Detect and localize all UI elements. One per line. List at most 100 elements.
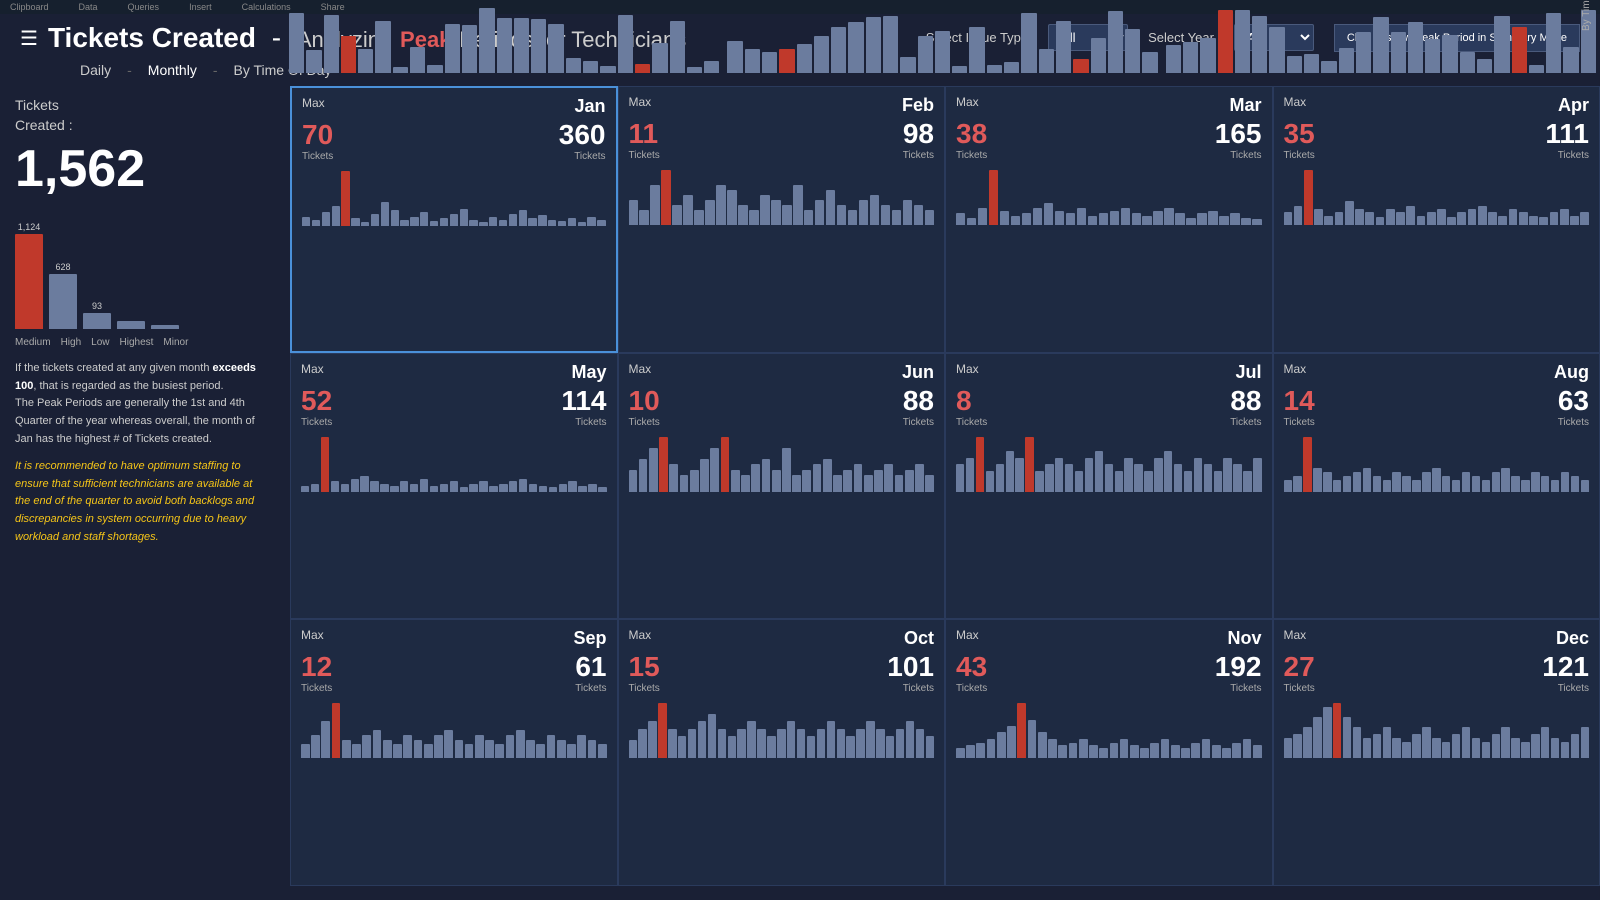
hamburger-menu[interactable]: ☰ [20,26,38,51]
tab-daily[interactable]: Daily [80,62,111,78]
menu-calculations[interactable]: Calculations [242,2,291,12]
mini-bar [1363,738,1371,758]
month-stats: 43 Tickets 192 Tickets [956,651,1262,694]
mini-bar [1219,216,1228,225]
month-stats: 8 Tickets 88 Tickets [956,385,1262,428]
monthly-charts-grid: Max Jan 70 Tickets 360 Tickets Max Feb 1… [285,86,1600,886]
card-header: Max Jul [956,362,1262,383]
mini-bar [1186,218,1195,225]
max-value: 70 [302,119,333,151]
max-tickets-label: Tickets [302,151,333,162]
month-card-oct[interactable]: Max Oct 15 Tickets 101 Tickets [618,619,946,886]
mini-bar [391,210,399,226]
mini-bar [638,729,646,758]
menu-insert[interactable]: Insert [189,2,212,12]
mini-bar [1077,208,1086,225]
total-stat: 121 Tickets [1542,651,1589,694]
max-label: Max [1284,362,1307,376]
total-value: 98 [903,118,934,150]
mini-bar [716,185,725,225]
year-select[interactable]: All [1234,24,1314,51]
menu-share[interactable]: Share [321,2,345,12]
tab-monthly[interactable]: Monthly [148,62,197,78]
legend-low: Low [91,337,109,348]
tab-by-time-of-day[interactable]: By Time Of Day [234,62,332,78]
mini-bar [1175,213,1184,225]
mini-bar [700,459,709,492]
mini-bar [598,744,607,758]
max-tickets-label: Tickets [301,683,332,694]
month-stats: 15 Tickets 101 Tickets [629,651,935,694]
mini-bar [1521,742,1529,758]
mini-bar [1581,727,1589,758]
mini-bar [1314,209,1323,225]
card-header: Max Nov [956,628,1262,649]
total-value: 192 [1215,651,1262,683]
month-card-may[interactable]: Max May 52 Tickets 114 Tickets [290,353,618,620]
mini-bar [639,210,648,225]
mini-bar [710,448,719,492]
mini-bar [837,729,845,758]
month-name: Dec [1556,628,1589,649]
month-card-jul[interactable]: Max Jul 8 Tickets 88 Tickets [945,353,1273,620]
mini-bar [649,448,658,492]
mini-bar [896,729,904,758]
mini-bar [895,475,904,492]
bar-medium: 1,124 [15,222,43,329]
mini-bar [997,732,1006,758]
max-value: 15 [629,651,660,683]
mini-bar [1333,480,1341,492]
month-name: May [571,362,606,383]
month-name: Nov [1227,628,1261,649]
mini-bar [1333,703,1341,758]
mini-bar [434,735,443,758]
mini-bar [302,217,310,226]
bar-legend: Medium High Low Highest Minor [15,337,270,348]
menu-queries[interactable]: Queries [128,2,160,12]
mini-bar [331,481,339,492]
month-card-apr[interactable]: Max Apr 35 Tickets 111 Tickets [1273,86,1600,353]
max-label: Max [956,628,979,642]
max-value: 8 [956,385,987,417]
menu-data[interactable]: Data [79,2,98,12]
mini-bar [1437,209,1446,225]
peak-mode-button[interactable]: Click to show Peak Period in Summary Mod… [1334,24,1580,52]
mini-bar [485,740,494,758]
total-value: 101 [887,651,934,683]
mini-bar [321,721,330,758]
menu-clipboard[interactable]: Clipboard [10,2,49,12]
mini-bar [489,217,497,226]
mini-bar [1164,208,1173,225]
mini-bar [1541,727,1549,758]
mini-bar [1191,743,1200,758]
month-card-aug[interactable]: Max Aug 14 Tickets 63 Tickets [1273,353,1600,620]
total-tickets-label: Tickets [1215,150,1262,161]
mini-bar [400,220,408,226]
mini-bar [668,729,676,758]
max-label: Max [1284,95,1307,109]
month-card-nov[interactable]: Max Nov 43 Tickets 192 Tickets [945,619,1273,886]
mini-bar [1472,738,1480,758]
mini-bar [1406,206,1415,225]
mini-bar [1561,742,1569,758]
mini-bar [1541,476,1549,492]
month-card-mar[interactable]: Max Mar 38 Tickets 165 Tickets [945,86,1273,353]
mini-bar [509,214,517,226]
month-card-feb[interactable]: Max Feb 11 Tickets 98 Tickets [618,86,946,353]
month-card-jun[interactable]: Max Jun 10 Tickets 88 Tickets [618,353,946,620]
total-value: 114 [561,385,606,417]
mini-bar [538,215,546,226]
month-card-sep[interactable]: Max Sep 12 Tickets 61 Tickets [290,619,618,886]
month-card-jan[interactable]: Max Jan 70 Tickets 360 Tickets [290,86,618,353]
issue-type-select[interactable]: All [1048,24,1128,51]
mini-bar [380,484,388,492]
mini-bar [558,221,566,226]
mini-bars-container [301,432,607,492]
mini-bar [311,735,320,758]
mini-bar [1412,480,1420,492]
month-name: Jul [1235,362,1261,383]
month-card-dec[interactable]: Max Dec 27 Tickets 121 Tickets [1273,619,1600,886]
mini-bar [529,484,537,492]
mini-bar [1529,216,1538,225]
mini-bar [1386,209,1395,225]
